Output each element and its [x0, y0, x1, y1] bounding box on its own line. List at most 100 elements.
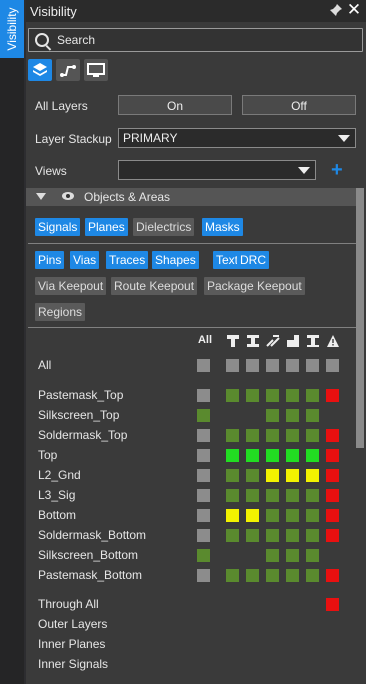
- views-select[interactable]: [118, 160, 316, 180]
- visibility-cell[interactable]: [246, 449, 259, 462]
- collapse-arrow-icon[interactable]: [36, 193, 46, 200]
- visibility-cell[interactable]: [226, 449, 239, 462]
- visibility-cell[interactable]: [246, 429, 259, 442]
- layer-row-label[interactable]: L3_Sig: [38, 488, 75, 502]
- visibility-cell[interactable]: [286, 509, 299, 522]
- visibility-cell[interactable]: [306, 359, 319, 372]
- layer-row-label[interactable]: Pastemask_Bottom: [38, 568, 142, 582]
- search-input[interactable]: Search: [28, 28, 363, 52]
- visibility-cell[interactable]: [306, 549, 319, 562]
- chip-signals[interactable]: Signals: [35, 218, 81, 236]
- layer-row-label[interactable]: Soldermask_Bottom: [38, 528, 146, 542]
- visibility-cell[interactable]: [286, 409, 299, 422]
- visibility-cell[interactable]: [246, 509, 259, 522]
- visibility-cell[interactable]: [197, 509, 210, 522]
- visibility-cell[interactable]: [306, 509, 319, 522]
- chip-shapes[interactable]: Shapes: [152, 251, 199, 269]
- shape-icon[interactable]: [285, 334, 301, 348]
- visibility-cell[interactable]: [306, 389, 319, 402]
- visibility-cell[interactable]: [246, 389, 259, 402]
- visibility-cell[interactable]: [266, 489, 279, 502]
- visibility-cell[interactable]: [326, 598, 339, 611]
- visibility-cell[interactable]: [286, 449, 299, 462]
- layer-row-label[interactable]: Inner Planes: [38, 637, 105, 651]
- layer-row-label[interactable]: Silkscreen_Bottom: [38, 548, 138, 562]
- visibility-cell[interactable]: [266, 409, 279, 422]
- visibility-cell[interactable]: [226, 529, 239, 542]
- visibility-cell[interactable]: [197, 449, 210, 462]
- visibility-cell[interactable]: [326, 469, 339, 482]
- visibility-cell[interactable]: [326, 569, 339, 582]
- visibility-cell[interactable]: [326, 529, 339, 542]
- layer-row-label[interactable]: Through All: [38, 597, 99, 611]
- visibility-cell[interactable]: [266, 359, 279, 372]
- all-layers-off-button[interactable]: Off: [242, 95, 356, 115]
- text-icon[interactable]: [305, 334, 321, 348]
- pin-icon[interactable]: [328, 3, 344, 19]
- chip-traces[interactable]: Traces: [106, 251, 149, 269]
- chip-via-keepout[interactable]: Via Keepout: [35, 277, 107, 295]
- pin-icon[interactable]: [225, 334, 241, 348]
- visibility-cell[interactable]: [197, 569, 210, 582]
- all-column-header[interactable]: All: [195, 334, 215, 348]
- visibility-cell[interactable]: [266, 469, 279, 482]
- visibility-cell[interactable]: [197, 409, 210, 422]
- visibility-cell[interactable]: [306, 529, 319, 542]
- chip-planes[interactable]: Planes: [85, 218, 128, 236]
- via-icon[interactable]: [245, 334, 261, 348]
- layer-row-label[interactable]: Inner Signals: [38, 657, 108, 671]
- chip-package-keepout[interactable]: Package Keepout: [204, 277, 305, 295]
- display-mode-button[interactable]: [84, 59, 108, 81]
- visibility-cell[interactable]: [266, 449, 279, 462]
- layer-row-label[interactable]: Top: [38, 448, 57, 462]
- visibility-cell[interactable]: [197, 549, 210, 562]
- visibility-cell[interactable]: [326, 359, 339, 372]
- chip-route-keepout[interactable]: Route Keepout: [111, 277, 198, 295]
- layer-row-label[interactable]: Pastemask_Top: [38, 388, 123, 402]
- visibility-cell[interactable]: [286, 389, 299, 402]
- visibility-cell[interactable]: [226, 569, 239, 582]
- visibility-cell[interactable]: [226, 429, 239, 442]
- visibility-cell[interactable]: [246, 469, 259, 482]
- layer-row-label[interactable]: All: [38, 358, 51, 372]
- layers-mode-button[interactable]: [28, 59, 52, 81]
- layer-row-label[interactable]: Outer Layers: [38, 617, 107, 631]
- visibility-cell[interactable]: [266, 509, 279, 522]
- visibility-cell[interactable]: [286, 359, 299, 372]
- add-view-icon[interactable]: +: [331, 160, 343, 180]
- objects-areas-section-header[interactable]: Objects & Areas: [26, 188, 356, 206]
- visibility-cell[interactable]: [326, 509, 339, 522]
- visibility-cell[interactable]: [197, 469, 210, 482]
- routing-mode-button[interactable]: [56, 59, 80, 81]
- visibility-cell[interactable]: [306, 429, 319, 442]
- visibility-cell[interactable]: [197, 359, 210, 372]
- drc-icon[interactable]: [325, 334, 341, 348]
- visibility-cell[interactable]: [286, 469, 299, 482]
- layer-row-label[interactable]: Soldermask_Top: [38, 428, 127, 442]
- visibility-cell[interactable]: [197, 429, 210, 442]
- visibility-cell[interactable]: [286, 529, 299, 542]
- chip-masks[interactable]: Masks: [202, 218, 243, 236]
- visibility-cell[interactable]: [226, 489, 239, 502]
- visibility-cell[interactable]: [326, 429, 339, 442]
- chip-regions[interactable]: Regions: [35, 303, 86, 321]
- layer-row-label[interactable]: Silkscreen_Top: [38, 408, 119, 422]
- visibility-cell[interactable]: [266, 529, 279, 542]
- visibility-cell[interactable]: [246, 489, 259, 502]
- visibility-cell[interactable]: [326, 389, 339, 402]
- visibility-cell[interactable]: [306, 449, 319, 462]
- visibility-cell[interactable]: [266, 429, 279, 442]
- eye-icon[interactable]: [62, 192, 74, 200]
- visibility-cell[interactable]: [226, 509, 239, 522]
- visibility-cell[interactable]: [197, 529, 210, 542]
- chip-vias[interactable]: Vias: [70, 251, 100, 269]
- visibility-cell[interactable]: [326, 489, 339, 502]
- layer-row-label[interactable]: L2_Gnd: [38, 468, 81, 482]
- close-icon[interactable]: ✕: [346, 1, 362, 18]
- visibility-cell[interactable]: [286, 489, 299, 502]
- visibility-cell[interactable]: [286, 549, 299, 562]
- visibility-cell[interactable]: [306, 569, 319, 582]
- layer-row-label[interactable]: Bottom: [38, 508, 76, 522]
- visibility-cell[interactable]: [306, 409, 319, 422]
- visibility-cell[interactable]: [246, 569, 259, 582]
